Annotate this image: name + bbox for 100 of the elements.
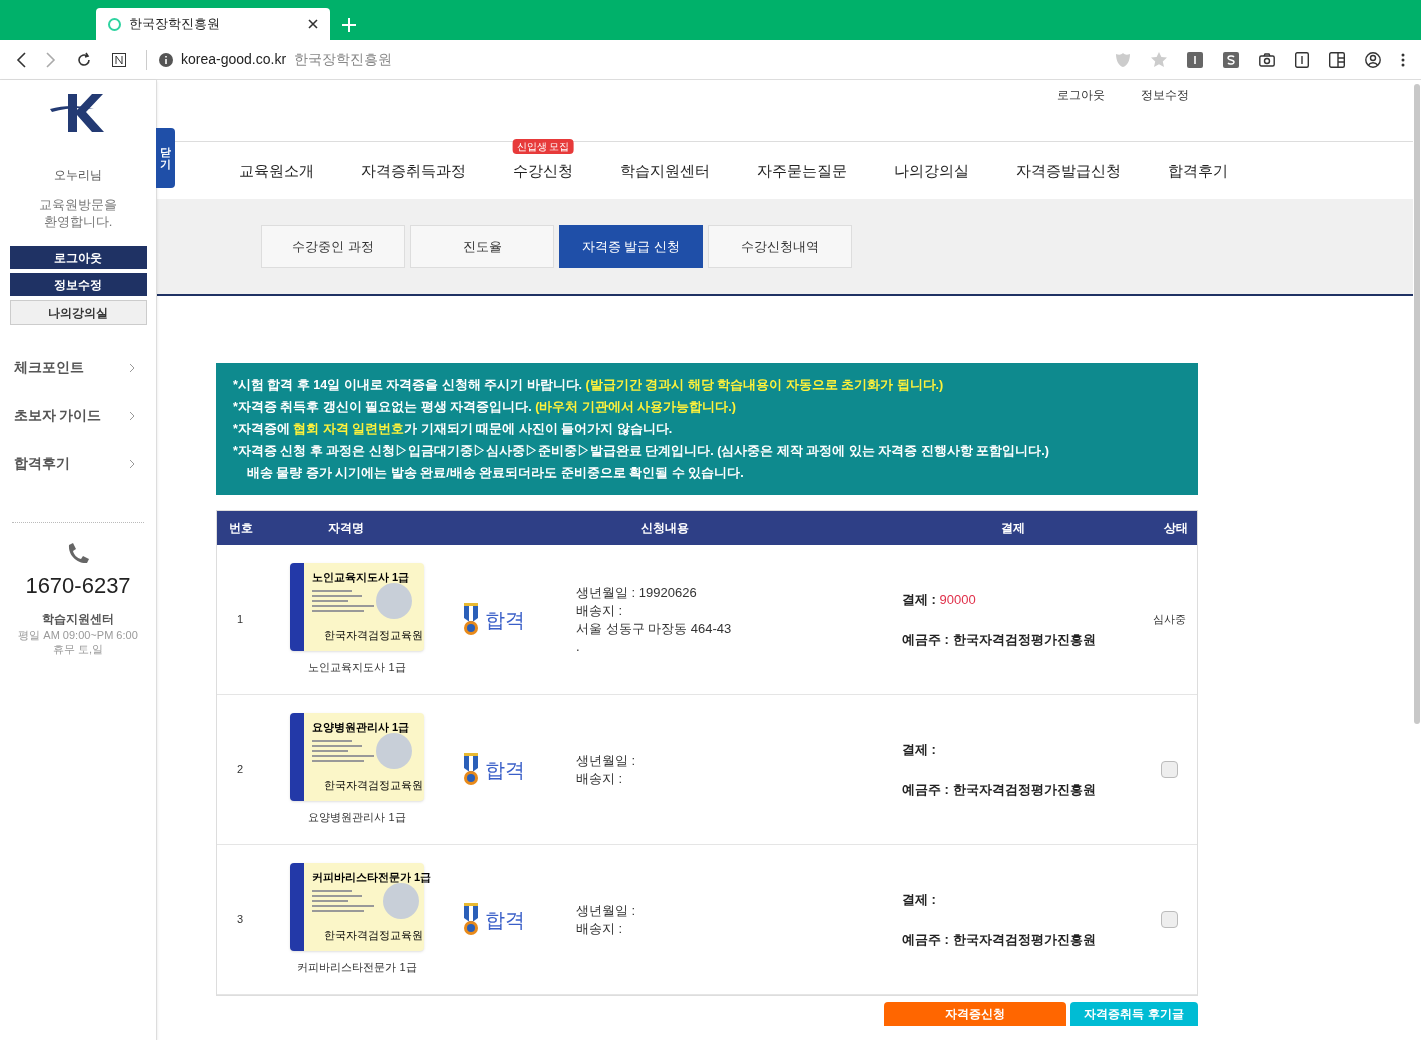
- star-icon[interactable]: [1151, 51, 1167, 68]
- detail-text: 배송지 :: [576, 601, 624, 620]
- card-title: 커피바리스타전문가 1급: [312, 870, 432, 886]
- notice-text: *자격증 취득후 갱신이 필요없는 평생 자격증입니다. (바우처 기관에서 사용가능합니다.): [233, 399, 737, 416]
- subtab[interactable]: 진도율: [410, 225, 554, 268]
- column-header: 상태: [1163, 520, 1188, 537]
- certificate-name: 노인교육지도사 1급: [308, 660, 406, 676]
- sidebar-menu-item[interactable]: 체크포인트: [13, 357, 147, 378]
- notice-text: *자격증에 협회 자격 일련번호가 기재되기 때문에 사진이 들어가지 않습니다.: [233, 421, 674, 438]
- payment-text: 결제 :: [902, 891, 937, 909]
- pass-label: 합격: [485, 607, 525, 633]
- card-issuer: 한국자격검정교육원: [324, 928, 423, 944]
- sidebar-close-tab[interactable]: 닫기: [156, 128, 175, 188]
- status-checkbox[interactable]: [1161, 911, 1178, 928]
- detail-text: 생년월일 :: [576, 751, 637, 770]
- notice-text: *시험 합격 후 14일 이내로 자격증을 신청해 주시기 바랍니다. (발급기간 경과시 해당 학습내용이 자동으로 초기화가 됩니다.): [233, 377, 945, 394]
- greeting-text: 오누리님: [54, 167, 102, 184]
- close-icon[interactable]: [308, 19, 318, 29]
- camera-icon[interactable]: [1259, 52, 1275, 67]
- column-header: 결제: [1001, 521, 1025, 535]
- nav-item[interactable]: 나의강의실: [894, 161, 969, 179]
- tab-title: 한국장학진흥원: [129, 15, 221, 34]
- nav-item[interactable]: 자격증취득과정: [361, 161, 466, 179]
- tab-favicon-icon: [108, 17, 121, 31]
- pass-label: 합격: [485, 907, 525, 933]
- card-issuer: 한국자격검정교육원: [324, 778, 423, 794]
- url-text[interactable]: korea-good.co.kr: [181, 49, 287, 70]
- new-tab-icon[interactable]: [342, 18, 356, 32]
- recruit-badge: 신입생 모집: [512, 138, 574, 154]
- i-extension-icon[interactable]: [1187, 51, 1203, 68]
- depositor-text: 예금주 : 한국자격검정평가진흥원: [902, 930, 1097, 949]
- depositor-text: 예금주 : 한국자격검정평가진흥원: [902, 780, 1097, 799]
- subtab[interactable]: 수강신청내역: [708, 225, 852, 268]
- status-checkbox[interactable]: [1161, 761, 1178, 778]
- pass-label: 합격: [485, 757, 525, 783]
- header-link[interactable]: 로그아웃: [1057, 86, 1105, 104]
- hours-text: 평일 AM 09:00~PM 6:00: [18, 628, 138, 642]
- subtab[interactable]: 수강중인 과정: [261, 225, 405, 268]
- detail-text: 배송지 :: [576, 919, 624, 938]
- reader-icon[interactable]: [1295, 51, 1309, 68]
- notice-text: 배송 물량 증가 시기에는 발송 완료/배송 완료되더라도 준비중으로 확인될 수 있습니다.: [246, 465, 745, 482]
- row-number: 2: [236, 762, 245, 778]
- more-icon[interactable]: [1401, 52, 1405, 67]
- hours-text: 휴무 토,일: [52, 642, 104, 656]
- medal-icon: [461, 902, 481, 937]
- reload-icon[interactable]: [76, 51, 92, 68]
- nav-item[interactable]: 학습지원센터: [620, 161, 710, 179]
- nav-item[interactable]: 자주묻는질문: [757, 161, 847, 179]
- sidebar-button[interactable]: 로그아웃: [9, 246, 147, 269]
- welcome-text: 교육원방문을 환영합니다.: [39, 196, 117, 230]
- sidebar-menu-item[interactable]: 초보자 가이드: [13, 405, 147, 426]
- sidebar-icon[interactable]: [1329, 51, 1345, 68]
- card-issuer: 한국자격검정교육원: [324, 628, 423, 644]
- column-header: 신청내용: [641, 521, 689, 535]
- depositor-text: 예금주 : 한국자격검정평가진흥원: [902, 630, 1097, 649]
- s-extension-icon[interactable]: [1223, 51, 1239, 68]
- medal-icon: [461, 752, 481, 787]
- seal-icon: [383, 883, 420, 920]
- medal-icon: [461, 602, 481, 637]
- detail-text: .: [576, 637, 581, 656]
- column-header: 번호: [229, 521, 253, 535]
- column-header: 자격명: [328, 521, 364, 535]
- card-title: 노인교육지도사 1급: [312, 570, 411, 586]
- sidebar-menu-item[interactable]: 합격후기: [13, 453, 147, 474]
- chevron-right-icon: [128, 410, 135, 421]
- center-name: 학습지원센터: [42, 611, 114, 628]
- card-title: 요양병원관리사 1급: [312, 720, 411, 736]
- back-icon[interactable]: [16, 51, 26, 68]
- nav-item[interactable]: 자격증발급신청: [1016, 161, 1121, 179]
- seal-icon: [376, 583, 412, 620]
- row-number: 3: [236, 912, 245, 928]
- header-link[interactable]: 정보수정: [1141, 86, 1189, 104]
- notice-text: *자격증 신청 후 과정은 신청▷입금대기중▷심사중▷준비중▷발급완료 단계입니다. (심사중은 제작 과정에 있는 자격증 진행사항 포함입니다.): [233, 443, 1050, 460]
- subtab[interactable]: 자격증 발급 신청: [559, 225, 703, 268]
- page-title-text: 한국장학진흥원: [294, 50, 393, 69]
- phone-icon: [66, 543, 90, 565]
- profile-icon[interactable]: [1365, 51, 1381, 68]
- seal-icon: [376, 733, 412, 770]
- nav-item[interactable]: 합격후기: [1168, 161, 1228, 179]
- detail-text: 생년월일 :: [576, 901, 637, 920]
- n-square-icon[interactable]: [112, 52, 126, 67]
- phone-number: 1670-6237: [25, 572, 131, 600]
- sidebar-button[interactable]: 나의강의실: [9, 300, 147, 325]
- status-text: 심사중: [1153, 612, 1186, 628]
- info-icon[interactable]: [159, 52, 173, 67]
- payment-text: 결제 : 90000: [902, 591, 977, 609]
- detail-text: 생년월일 : 19920626: [576, 583, 698, 602]
- detail-text: 배송지 :: [576, 769, 624, 788]
- certificate-name: 요양병원관리사 1급: [308, 810, 406, 826]
- sidebar-button[interactable]: 정보수정: [9, 273, 147, 296]
- chevron-right-icon: [128, 362, 135, 373]
- browser-tab[interactable]: 한국장학진흥원: [96, 8, 330, 40]
- certificate-name: 커피바리스타전문가 1급: [297, 960, 417, 976]
- payment-text: 결제 :: [902, 741, 937, 759]
- k-logo-icon: [50, 92, 106, 134]
- nav-item[interactable]: 교육원소개: [239, 161, 314, 179]
- row-number: 1: [236, 612, 245, 628]
- chevron-right-icon: [128, 458, 135, 469]
- detail-text: 서울 성동구 마장동 464-43: [576, 619, 733, 638]
- nav-item[interactable]: 수강신청: [513, 161, 573, 179]
